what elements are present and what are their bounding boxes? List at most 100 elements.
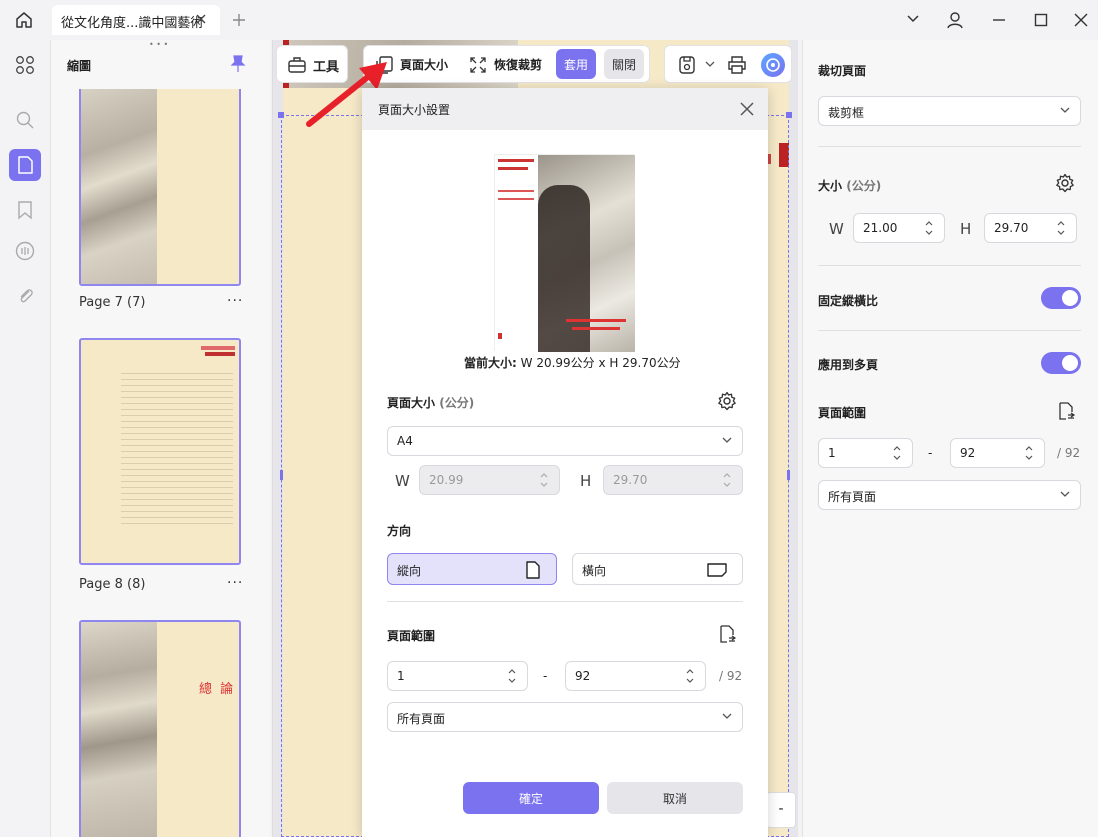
apply-multi-toggle[interactable] [1041,352,1081,374]
page-thumbnail-8[interactable] [79,338,241,565]
attachment-icon[interactable] [16,285,34,305]
page-more-button-7[interactable]: ··· [227,293,243,309]
gear-icon[interactable] [717,391,737,411]
range-option-select[interactable]: 所有頁面 [387,702,743,732]
close-window-icon[interactable] [1074,13,1088,27]
landscape-icon [706,561,728,579]
action-toolbar-group [664,45,792,83]
crop-height-value: 29.70 [994,221,1029,235]
minimize-icon[interactable] [992,18,1006,22]
panel-title: 縮圖 [67,59,92,73]
fix-ratio-toggle[interactable] [1041,287,1081,309]
range-from-input[interactable]: 1 [387,661,528,691]
home-icon[interactable] [14,10,34,30]
page-range-label: 頁面範圍 [818,406,867,420]
page-thumbnail-7[interactable] [79,89,241,286]
page-size-select-value: A4 [397,434,413,448]
comment-icon[interactable] [14,240,36,262]
crop-handle[interactable] [786,112,792,118]
portrait-icon [524,560,542,580]
chevron-down-icon [722,713,732,720]
range-to-value: 92 [575,669,591,683]
page-size-unit: (公分) [439,396,475,410]
maximize-icon[interactable] [1034,13,1048,27]
dialog-header: 頁面大小設置 [362,88,768,130]
search-icon[interactable] [15,110,35,130]
page-range-icon[interactable] [1056,401,1076,421]
apply-button[interactable]: 套用 [556,49,596,79]
height-input[interactable]: 29.70 [603,465,743,495]
preview-text-line [498,333,502,339]
preview-text-line [498,167,528,170]
panel-drag-handle[interactable]: • • • [149,40,168,49]
crop-box-select[interactable]: 裁剪框 [818,96,1081,126]
fix-ratio-label: 固定縱橫比 [818,294,879,308]
crop-width-input[interactable]: 21.00 [853,213,945,243]
divider [387,601,743,602]
spinner-icon [507,667,517,685]
restore-crop-button[interactable]: 恢復裁剪 [494,56,542,73]
page-size-button[interactable]: 頁面大小 [400,56,448,73]
page-range-icon[interactable] [717,624,737,644]
gear-icon[interactable] [1055,173,1075,193]
ai-assistant-icon[interactable] [761,53,785,77]
spinner-icon [685,667,695,685]
save-icon[interactable] [677,54,697,76]
close-icon[interactable] [739,101,755,117]
apply-multi-label: 應用到多頁 [818,358,879,372]
chevron-down-icon [1060,107,1070,114]
range-option-select[interactable]: 所有頁面 [818,480,1081,510]
crop-handle[interactable] [280,470,283,480]
print-icon[interactable] [726,54,748,76]
spinner-icon [722,471,732,489]
save-dropdown-icon[interactable] [705,61,715,68]
landscape-option[interactable]: 橫向 [572,553,743,585]
page-size-select[interactable]: A4 [387,426,743,456]
bookmark-icon[interactable] [16,200,34,220]
page-label-8: Page 8 (8) [79,577,146,592]
width-input[interactable]: 20.99 [419,465,560,495]
spinner-icon [924,219,934,237]
thumbnail-panel: • • • 縮圖 Page 7 (7) ··· Page 8 (8) ··· 總… [50,40,270,837]
page-thumbnail-9[interactable]: 總 論 [79,620,241,837]
chevron-down-icon[interactable] [906,14,920,24]
page-icon[interactable] [9,149,41,181]
crop-handle[interactable] [787,470,790,480]
thumbnails-icon[interactable] [15,55,35,75]
preview-caption [566,319,626,322]
chevron-down-icon [722,437,732,444]
range-to-input[interactable]: 92 [565,661,706,691]
text-lines [121,368,233,528]
page-preview [494,154,635,352]
pin-icon[interactable] [230,55,246,73]
range-from-value: 1 [828,446,836,460]
preview-text-line [498,198,534,200]
cancel-button[interactable]: 取消 [607,782,743,814]
page-header-mark [205,352,235,356]
range-to-input[interactable]: 92 [950,438,1045,468]
range-from-input[interactable]: 1 [818,438,913,468]
crop-width-value: 21.00 [863,221,898,235]
zoom-out-button[interactable]: - [766,792,796,828]
new-tab-icon[interactable] [231,12,247,28]
portrait-option[interactable]: 縱向 [387,553,557,585]
ok-button[interactable]: 確定 [463,782,599,814]
page-more-button-8[interactable]: ··· [227,575,243,591]
size-unit: (公分) [846,179,882,193]
crop-settings-panel: 裁切頁面 裁剪框 大小 (公分) W 21.00 H 29.70 固定縱橫比 應… [802,40,1098,837]
page-size-label-text: 頁面大小 [387,396,436,410]
preview-text-line [498,190,534,192]
crop-toolbar-group: 頁面大小 恢復裁剪 套用 關閉 [363,45,650,83]
range-total: / 92 [1057,446,1081,460]
crop-handle[interactable] [278,112,284,118]
divider [818,265,1081,266]
document-tab[interactable]: 從文化角度...識中國藝術 [52,5,220,35]
user-icon[interactable] [945,10,965,30]
size-label-text: 大小 [818,179,843,193]
page-label-7: Page 7 (7) [79,295,146,310]
close-crop-button[interactable]: 關閉 [604,49,644,79]
current-size-label: 當前大小: [464,356,517,370]
crop-height-input[interactable]: 29.70 [984,213,1077,243]
close-tab-icon[interactable] [194,12,208,26]
landscape-painting [81,89,157,284]
